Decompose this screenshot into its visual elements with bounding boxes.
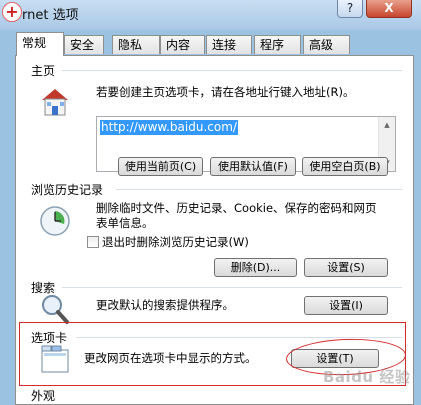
search-settings-button[interactable]: 设置(I) <box>304 296 388 315</box>
close-button[interactable]: X <box>366 0 412 18</box>
search-description: 更改默认的搜索提供程序。 <box>96 298 234 312</box>
tab-security[interactable]: 安全 <box>64 35 104 54</box>
window-title: rnet 选项 <box>22 8 79 23</box>
history-description-line2: 表单信息。 <box>96 216 154 230</box>
use-current-page-button[interactable]: 使用当前页(C) <box>118 157 203 176</box>
home-url-value: http://www.baidu.com/ <box>100 120 238 135</box>
tab-advanced[interactable]: 高级 <box>303 35 350 54</box>
history-section-title: 浏览历史记录 <box>31 181 107 198</box>
ie-app-icon: + <box>2 2 22 22</box>
scroll-up-icon[interactable]: ▲ <box>379 119 395 131</box>
tab-content[interactable]: 内容 <box>160 35 205 54</box>
appearance-section-title: 外观 <box>31 387 59 404</box>
help-button[interactable]: ? <box>337 0 363 18</box>
delete-history-button[interactable]: 删除(D)... <box>214 258 297 277</box>
tab-privacy[interactable]: 隐私 <box>112 35 160 54</box>
history-clock-icon <box>40 206 70 236</box>
history-settings-button[interactable]: 设置(S) <box>304 258 388 277</box>
delete-history-on-exit-checkbox[interactable] <box>87 236 99 248</box>
baidu-watermark: Baidu 经验 <box>323 368 411 386</box>
section-divider <box>116 189 402 190</box>
section-divider <box>62 70 402 71</box>
tab-connections[interactable]: 连接 <box>206 35 252 54</box>
use-blank-page-button[interactable]: 使用空白页(B) <box>302 157 388 176</box>
history-description-line1: 删除临时文件、历史记录、Cookie、保存的密码和网页 <box>96 201 377 215</box>
home-section-title: 主页 <box>31 62 59 79</box>
delete-history-on-exit-label: 退出时删除浏览历史记录(W) <box>102 235 249 249</box>
use-default-button[interactable]: 使用默认值(F) <box>210 157 296 176</box>
section-divider <box>62 287 402 288</box>
tab-general[interactable]: 常规 <box>16 32 64 56</box>
tab-programs[interactable]: 程序 <box>254 35 301 54</box>
home-description: 若要创建主页选项卡，请在各地址行键入地址(R)。 <box>96 85 355 99</box>
house-icon <box>42 89 68 116</box>
magnifier-icon <box>42 295 69 324</box>
